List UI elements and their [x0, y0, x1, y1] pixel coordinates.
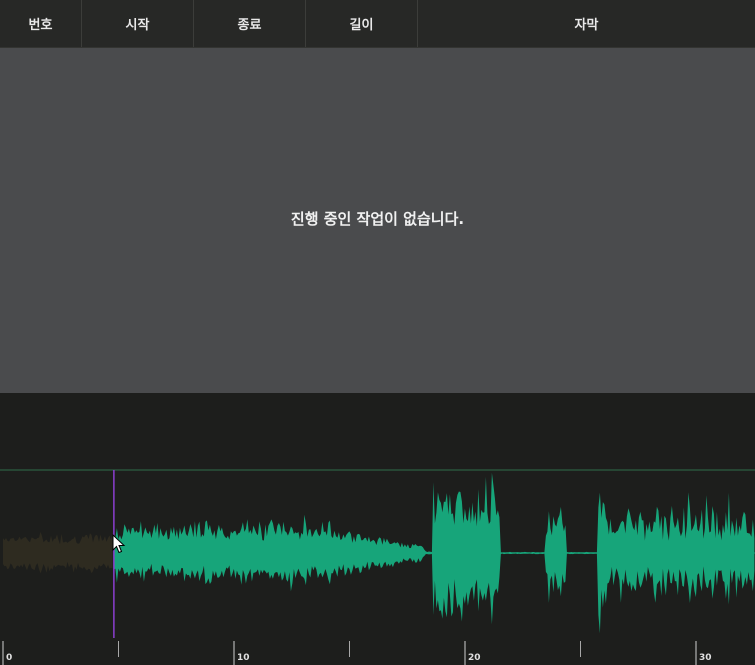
waveform-timeline[interactable]: 0 10 20 30: [0, 393, 755, 665]
column-header-length[interactable]: 길이: [306, 0, 418, 47]
empty-state-message: 진행 중인 작업이 없습니다.: [290, 210, 465, 228]
column-header-number[interactable]: 번호: [0, 0, 82, 47]
ruler-label: 20: [468, 653, 481, 663]
column-header-subtitle[interactable]: 자막: [418, 0, 755, 47]
waveform-played-region: [3, 531, 113, 574]
column-header-end[interactable]: 종료: [194, 0, 306, 47]
subtitle-table-header: 번호 시작 종료 길이 자막: [0, 0, 755, 48]
waveform-shape: [113, 472, 755, 634]
waveform-unplayed-region: [113, 472, 755, 634]
column-header-start[interactable]: 시작: [82, 0, 194, 47]
waveform-canvas[interactable]: 0 10 20 30: [0, 393, 755, 665]
ruler-label: 10: [237, 653, 250, 663]
subtitle-list-panel: 진행 중인 작업이 없습니다.: [0, 48, 755, 393]
ruler-label: 30: [699, 653, 712, 663]
mouse-pointer-icon: [112, 534, 126, 554]
waveform-played-shape: [3, 531, 113, 574]
subtitle-editor: 번호 시작 종료 길이 자막 진행 중인 작업이 없습니다. 0 10 20 30: [0, 0, 755, 665]
time-ruler: 0 10 20 30: [2, 641, 712, 665]
ruler-label: 0: [6, 653, 12, 663]
